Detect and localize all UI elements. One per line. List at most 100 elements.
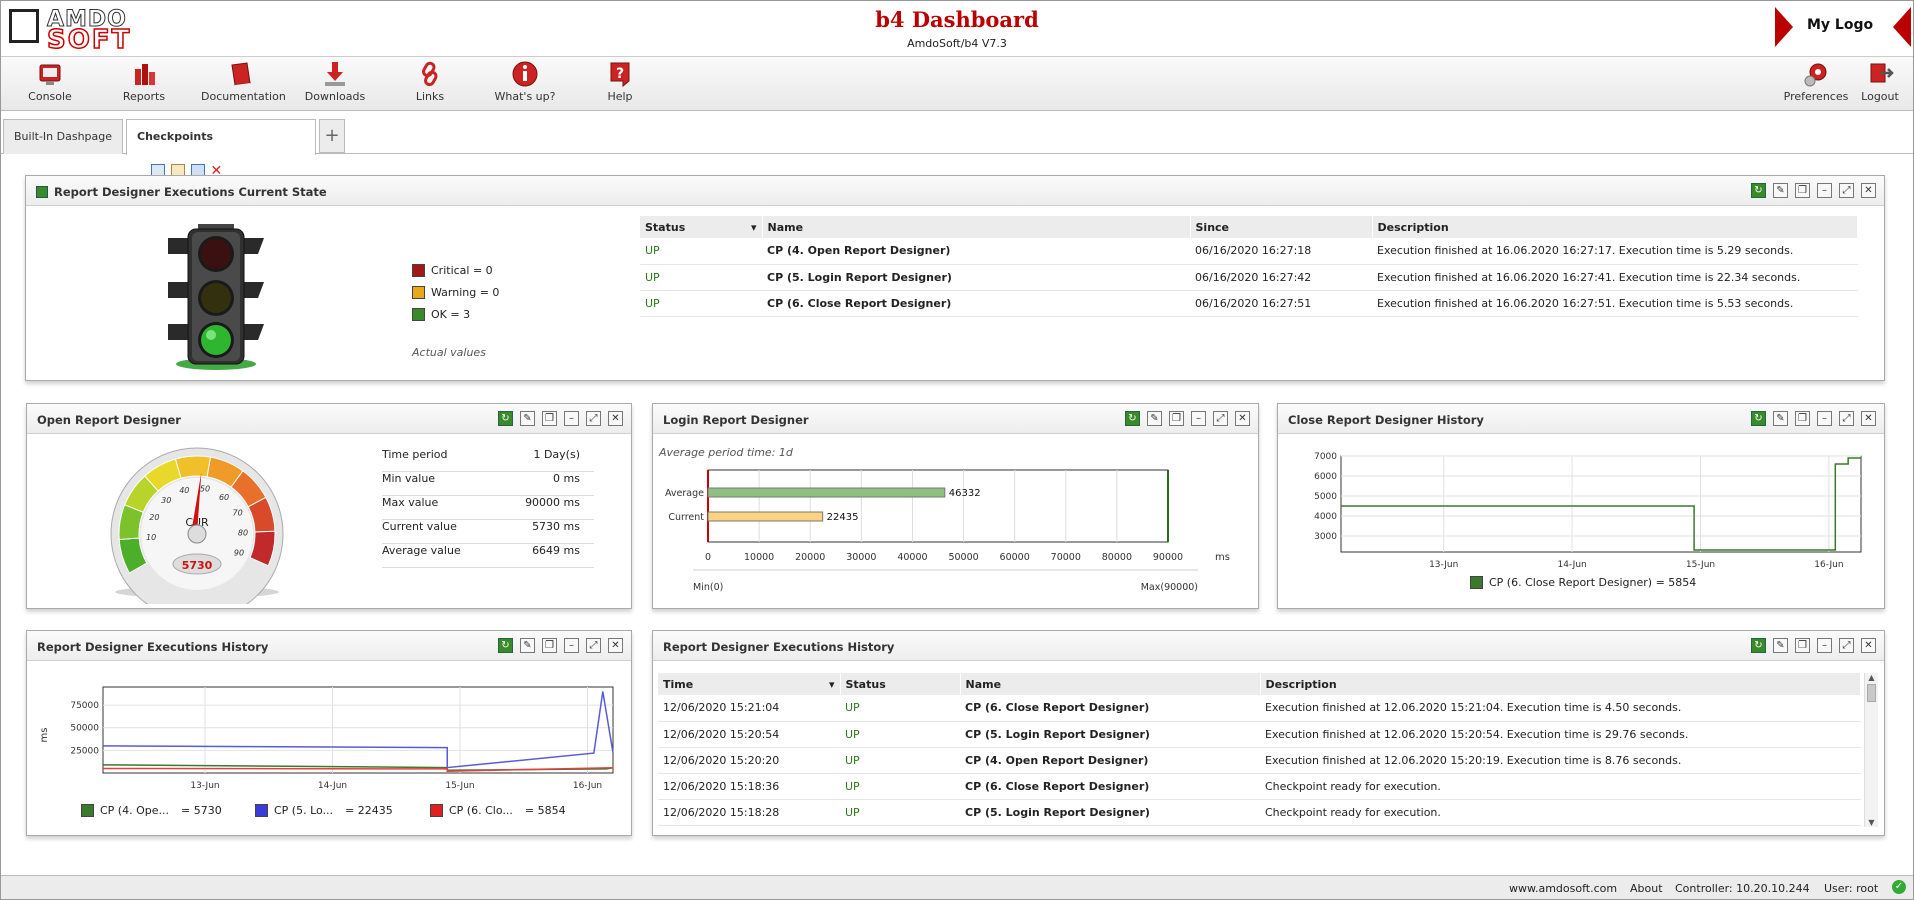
refresh-icon[interactable]: ↻ bbox=[1751, 183, 1766, 198]
time-cell: 12/06/2020 15:20:20 bbox=[658, 747, 840, 774]
links-button[interactable]: Links bbox=[390, 60, 470, 103]
whats-up-button[interactable]: What's up? bbox=[485, 60, 565, 103]
stat-key: Average value bbox=[382, 544, 461, 557]
downloads-button[interactable]: Downloads bbox=[295, 60, 375, 103]
minimize-icon[interactable]: – bbox=[1191, 411, 1206, 426]
refresh-icon[interactable]: ↻ bbox=[1125, 411, 1140, 426]
help-label: Help bbox=[607, 90, 633, 103]
minimize-icon[interactable]: – bbox=[1817, 638, 1832, 653]
table-row[interactable]: 12/06/2020 15:18:36 UP CP (6. Close Report… bbox=[658, 773, 1861, 800]
close-icon[interactable]: ✕ bbox=[608, 638, 623, 653]
name-cell: CP (5. Login Report Designer) bbox=[762, 264, 1190, 291]
col-since[interactable]: Since bbox=[1190, 216, 1373, 238]
series-swatch bbox=[430, 804, 443, 817]
maximize-icon[interactable]: ⤢ bbox=[1839, 183, 1854, 198]
console-button[interactable]: Console bbox=[10, 60, 90, 103]
maximize-icon[interactable]: ⤢ bbox=[1839, 638, 1854, 653]
scroll-down-icon[interactable]: ▼ bbox=[1865, 818, 1878, 827]
sort-down-icon[interactable]: ▾ bbox=[829, 678, 835, 691]
edit-icon[interactable]: ✎ bbox=[1773, 183, 1788, 198]
legend-ok-text: OK = 3 bbox=[431, 308, 471, 321]
name-cell: CP (6. Close Report Designer) bbox=[762, 290, 1190, 317]
close-icon[interactable]: ✕ bbox=[608, 411, 623, 426]
col-name[interactable]: Name bbox=[960, 673, 1261, 695]
average-period-note: Average period time: 1d bbox=[659, 446, 793, 459]
edit-icon[interactable]: ✎ bbox=[1147, 411, 1162, 426]
copy-icon[interactable]: ❐ bbox=[542, 638, 557, 653]
col-description[interactable]: Description bbox=[1260, 673, 1861, 695]
stat-value: 90000 ms bbox=[525, 496, 580, 509]
tab-label: Checkpoints bbox=[137, 130, 214, 143]
copy-icon[interactable]: ❐ bbox=[1795, 638, 1810, 653]
edit-icon[interactable]: ✎ bbox=[520, 638, 535, 653]
actual-values-note: Actual values bbox=[412, 346, 486, 359]
documentation-button[interactable]: Documentation bbox=[201, 60, 286, 103]
table-row[interactable]: UP CP (4. Open Report Designer) 06/16/2020… bbox=[640, 238, 1858, 265]
table-row[interactable]: 12/06/2020 15:20:54 UP CP (5. Login Report… bbox=[658, 721, 1861, 748]
close-icon[interactable]: ✕ bbox=[1861, 183, 1876, 198]
col-status[interactable]: Status bbox=[840, 673, 961, 695]
bar-value-label: 46332 bbox=[949, 488, 981, 499]
add-tab-button[interactable]: + bbox=[319, 119, 345, 153]
table-row[interactable]: 12/06/2020 15:20:20 UP CP (4. Open Report … bbox=[658, 747, 1861, 774]
legend-series-6[interactable]: CP (6. Clo... = 5854 bbox=[430, 804, 566, 817]
edit-icon[interactable]: ✎ bbox=[520, 411, 535, 426]
legend-series-5[interactable]: CP (5. Lo... = 22435 bbox=[255, 804, 393, 817]
minimize-icon[interactable]: – bbox=[1817, 183, 1832, 198]
close-icon[interactable]: ✕ bbox=[1235, 411, 1250, 426]
vertical-scrollbar[interactable]: ▲ ▼ bbox=[1864, 673, 1878, 827]
table-row[interactable]: 12/06/2020 15:21:04 UP CP (6. Close Report… bbox=[658, 695, 1861, 722]
col-status[interactable]: Status ▾ bbox=[640, 216, 763, 238]
maximize-icon[interactable]: ⤢ bbox=[1213, 411, 1228, 426]
minimize-icon[interactable]: – bbox=[564, 411, 579, 426]
refresh-icon[interactable]: ↻ bbox=[498, 638, 513, 653]
col-time[interactable]: Time ▾ bbox=[658, 673, 841, 695]
table-row[interactable]: UP CP (6. Close Report Designer) 06/16/202… bbox=[640, 290, 1858, 317]
stat-value: 6649 ms bbox=[532, 544, 580, 557]
stat-row: Min value 0 ms bbox=[382, 472, 594, 496]
name-cell: CP (4. Open Report Designer) bbox=[762, 238, 1190, 265]
minimize-icon[interactable]: – bbox=[564, 638, 579, 653]
copy-icon[interactable]: ❐ bbox=[542, 411, 557, 426]
edit-icon[interactable]: ✎ bbox=[1773, 411, 1788, 426]
help-button[interactable]: ? Help bbox=[580, 60, 660, 103]
close-legend-text: CP (6. Close Report Designer) = 5854 bbox=[1489, 576, 1697, 589]
my-logo[interactable]: My Logo bbox=[1763, 7, 1913, 47]
col-name[interactable]: Name bbox=[762, 216, 1191, 238]
copy-icon[interactable]: ❐ bbox=[1795, 411, 1810, 426]
connected-check-icon: ✓ bbox=[1892, 880, 1906, 894]
table-row[interactable]: 12/06/2020 15:18:28 UP CP (5. Login Report… bbox=[658, 799, 1861, 826]
logout-button[interactable]: Logout bbox=[1844, 60, 1914, 103]
col-description[interactable]: Description bbox=[1372, 216, 1858, 238]
ok-swatch bbox=[412, 308, 425, 321]
refresh-icon[interactable]: ↻ bbox=[1751, 638, 1766, 653]
copy-icon[interactable]: ❐ bbox=[1169, 411, 1184, 426]
legend-ok: OK = 3 bbox=[412, 308, 470, 321]
y-tick-label: 5000 bbox=[1314, 492, 1337, 502]
scroll-thumb[interactable] bbox=[1867, 684, 1876, 702]
edit-icon[interactable]: ✎ bbox=[1773, 638, 1788, 653]
maximize-icon[interactable]: ⤢ bbox=[586, 638, 601, 653]
stat-key: Max value bbox=[382, 496, 439, 509]
scroll-up-icon[interactable]: ▲ bbox=[1865, 673, 1878, 682]
close-icon[interactable]: ✕ bbox=[1861, 411, 1876, 426]
maximize-icon[interactable]: ⤢ bbox=[1839, 411, 1854, 426]
status-cell: UP bbox=[840, 721, 960, 748]
website-link[interactable]: www.amdosoft.com bbox=[1509, 882, 1617, 895]
maximize-icon[interactable]: ⤢ bbox=[586, 411, 601, 426]
close-legend[interactable]: CP (6. Close Report Designer) = 5854 bbox=[1470, 576, 1696, 589]
tab-built-in-dashpage[interactable]: Built-In Dashpage bbox=[3, 119, 123, 154]
table-row[interactable]: UP CP (5. Login Report Designer) 06/16/202… bbox=[640, 264, 1858, 291]
status-cell: UP bbox=[640, 290, 762, 317]
close-icon[interactable]: ✕ bbox=[1861, 638, 1876, 653]
refresh-icon[interactable]: ↻ bbox=[1751, 411, 1766, 426]
legend-series-4[interactable]: CP (4. Ope... = 5730 bbox=[81, 804, 222, 817]
copy-icon[interactable]: ❐ bbox=[1795, 183, 1810, 198]
tab-checkpoints[interactable]: Checkpoints ✕ bbox=[126, 119, 316, 178]
refresh-icon[interactable]: ↻ bbox=[498, 411, 513, 426]
sort-down-icon[interactable]: ▾ bbox=[751, 221, 757, 234]
about-link[interactable]: About bbox=[1630, 882, 1663, 895]
reports-button[interactable]: Reports bbox=[104, 60, 184, 103]
legend-critical: Critical = 0 bbox=[412, 264, 493, 277]
minimize-icon[interactable]: – bbox=[1817, 411, 1832, 426]
